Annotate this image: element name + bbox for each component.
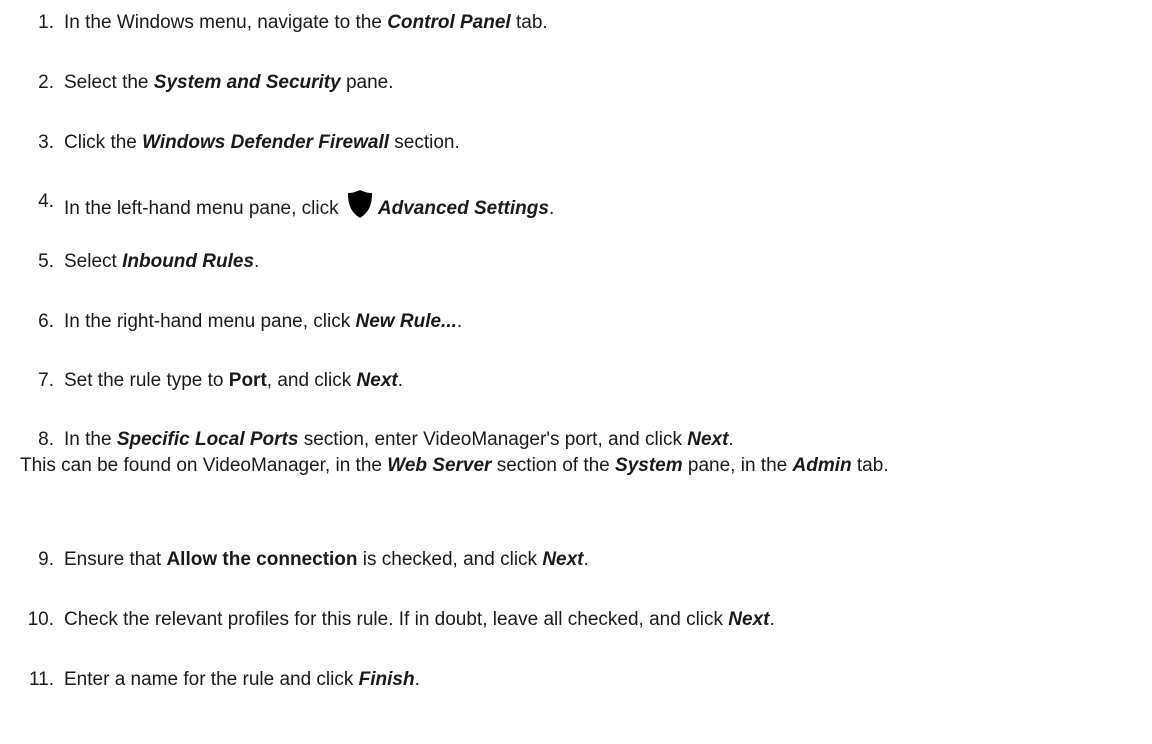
emphasis: Advanced Settings (377, 198, 549, 219)
step-text: Ensure that Allow the connection is chec… (64, 549, 589, 570)
emphasis: New Rule... (355, 311, 457, 332)
step-text: Select Inbound Rules. (64, 251, 260, 272)
step-text: In the Windows menu, navigate to the Con… (64, 12, 548, 33)
emphasis: Next (687, 429, 729, 450)
emphasis: System (615, 455, 683, 476)
step-text: Select the System and Security pane. (64, 72, 394, 93)
emphasis: Allow the connection (166, 549, 358, 570)
step-number: 1. (38, 12, 54, 33)
step-number: 9. (38, 549, 54, 570)
step-number: 6. (38, 311, 54, 332)
step-number: 4. (38, 191, 54, 212)
step-text: In the Specific Local Ports section, ent… (64, 429, 734, 450)
emphasis: System and Security (153, 72, 341, 93)
emphasis: Port (228, 370, 267, 391)
step-number: 5. (38, 251, 54, 272)
step-8-note: This can be found on VideoManager, in th… (20, 455, 889, 476)
emphasis: Next (356, 370, 398, 391)
step-text: Set the rule type to Port, and click Nex… (64, 370, 403, 391)
emphasis: Next (542, 549, 584, 570)
step-text: Click the Windows Defender Firewall sect… (64, 132, 460, 153)
emphasis: Control Panel (387, 12, 511, 33)
step-text: In the left-hand menu pane, click Advanc… (64, 190, 554, 225)
emphasis: Specific Local Ports (116, 429, 299, 450)
step-number: 7. (38, 370, 54, 391)
emphasis: Inbound Rules (122, 251, 255, 272)
emphasis: Next (728, 609, 770, 630)
step-text: Check the relevant profiles for this rul… (64, 609, 775, 630)
emphasis: Finish (358, 669, 415, 690)
step-number: 10. (27, 609, 54, 630)
step-text: Enter a name for the rule and click Fini… (64, 669, 420, 690)
step-number: 11. (28, 669, 54, 690)
step-text: In the right-hand menu pane, click New R… (64, 311, 463, 332)
emphasis: Admin (792, 455, 852, 476)
step-number: 2. (38, 72, 54, 93)
shield-icon (347, 190, 372, 225)
emphasis: Web Server (387, 455, 492, 476)
step-number: 8. (38, 429, 54, 450)
step-number: 3. (38, 132, 54, 153)
emphasis: Windows Defender Firewall (142, 132, 390, 153)
